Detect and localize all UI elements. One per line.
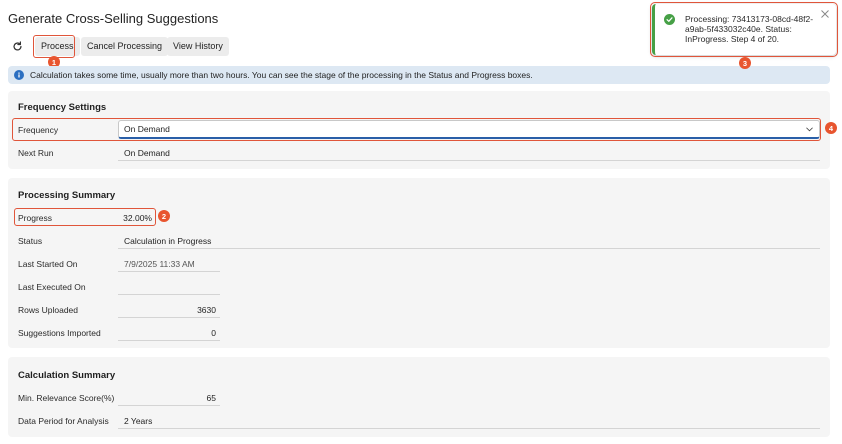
rows-uploaded-label: Rows Uploaded — [18, 305, 79, 315]
suggestions-imported-label: Suggestions Imported — [18, 328, 101, 338]
next-run-label: Next Run — [18, 148, 54, 158]
next-run-underline — [118, 160, 820, 161]
refresh-button[interactable] — [9, 38, 25, 54]
info-text: Calculation takes some time, usually mor… — [30, 70, 533, 80]
last-started-value: 7/9/2025 11:33 AM — [124, 259, 195, 269]
page-title: Generate Cross-Selling Suggestions — [8, 11, 219, 26]
status-underline — [118, 248, 820, 249]
cancel-processing-button[interactable]: Cancel Processing — [81, 37, 169, 56]
step-marker-4: 4 — [825, 122, 837, 134]
info-banner: Calculation takes some time, usually mor… — [8, 66, 830, 84]
suggestions-imported-underline — [118, 340, 220, 341]
process-highlight — [33, 35, 75, 58]
suggestions-imported-value: 0 — [211, 328, 216, 338]
step-marker-3: 3 — [739, 57, 751, 69]
frequency-value: On Demand — [124, 124, 170, 134]
rows-uploaded-value: 3630 — [197, 305, 216, 315]
frequency-settings-title: Frequency Settings — [18, 102, 107, 113]
refresh-icon — [13, 40, 22, 51]
frequency-select[interactable]: On Demand — [118, 120, 820, 139]
view-history-button[interactable]: View History — [167, 37, 229, 56]
min-relevance-value: 65 — [206, 393, 216, 403]
last-started-underline — [118, 271, 220, 272]
calculation-summary-title: Calculation Summary — [18, 370, 116, 381]
status-value: Calculation in Progress — [124, 236, 212, 246]
progress-label: Progress — [18, 213, 53, 223]
status-label: Status — [18, 236, 43, 246]
next-run-value: On Demand — [124, 148, 170, 158]
processing-summary-title: Processing Summary — [18, 190, 116, 201]
progress-value: 32.00% — [123, 213, 152, 223]
last-executed-underline — [118, 294, 220, 295]
data-period-underline — [118, 428, 820, 429]
last-started-label: Last Started On — [18, 259, 78, 269]
min-relevance-underline — [118, 405, 220, 406]
data-period-label: Data Period for Analysis — [18, 416, 109, 426]
toast-highlight — [650, 2, 838, 57]
step-marker-2: 2 — [158, 210, 170, 222]
info-icon — [14, 70, 24, 80]
chevron-down-icon — [806, 127, 813, 132]
frequency-label: Frequency — [18, 125, 59, 135]
rows-uploaded-underline — [118, 317, 220, 318]
min-relevance-label: Min. Relevance Score(%) — [18, 393, 115, 403]
last-executed-label: Last Executed On — [18, 282, 86, 292]
data-period-value: 2 Years — [124, 416, 153, 426]
